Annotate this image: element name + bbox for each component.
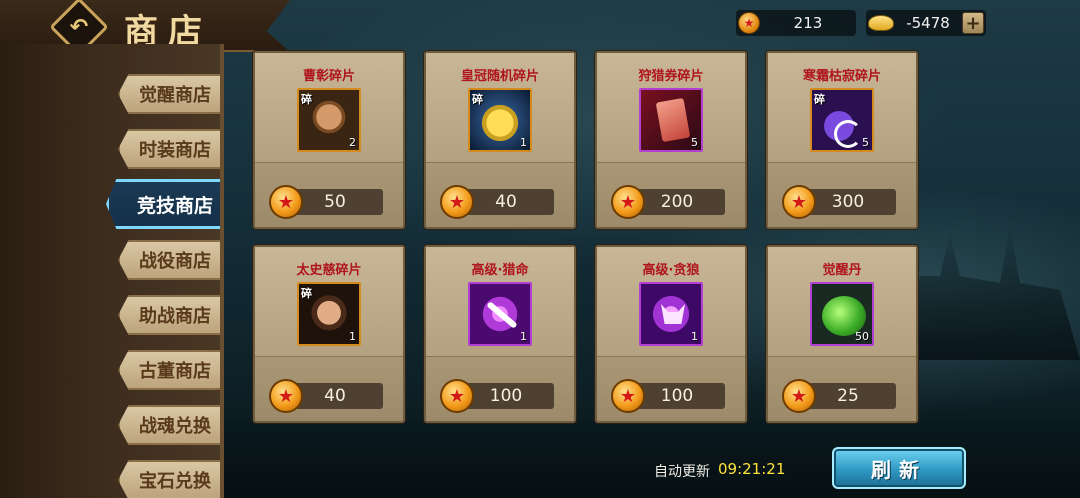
item-name: 皇冠随机碎片 <box>460 69 539 84</box>
sidebar-item-gem-exchange[interactable]: 宝石兑换 <box>118 460 224 498</box>
shop-item-card[interactable]: 高级·贪狼 1 100 ★ <box>595 245 747 423</box>
arena-coin-icon: ★ <box>611 185 645 219</box>
item-icon-frame: 碎 1 <box>297 282 361 346</box>
item-quantity: 5 <box>862 136 869 149</box>
sidebar-item-fashion-shop[interactable]: 时装商店 <box>118 129 224 169</box>
sidebar-item-antique-shop[interactable]: 古董商店 <box>118 350 224 390</box>
shop-item-card[interactable]: 太史慈碎片 碎 1 40 ★ <box>253 245 405 423</box>
sidebar-item-awaken-shop[interactable]: 觉醒商店 <box>118 74 224 114</box>
item-quantity: 50 <box>855 330 869 343</box>
item-icon-frame: 碎 5 <box>810 88 874 152</box>
arena-coin-icon: ★ <box>269 379 303 413</box>
item-quantity: 1 <box>520 330 527 343</box>
item-quantity: 1 <box>520 136 527 149</box>
item-name: 高级·猎命 <box>471 263 529 278</box>
add-gold-button[interactable]: + <box>962 12 984 34</box>
gold-balance: -5478 + <box>866 10 986 36</box>
item-quantity: 1 <box>691 330 698 343</box>
arena-coin-icon: ★ <box>782 379 816 413</box>
auto-refresh-label: 自动更新 <box>654 464 710 480</box>
item-quantity: 1 <box>349 330 356 343</box>
item-quantity: 2 <box>349 136 356 149</box>
item-name: 太史慈碎片 <box>296 263 362 278</box>
shop-item-card[interactable]: 皇冠随机碎片 碎 1 40 ★ <box>424 51 576 229</box>
item-icon-frame: 碎 2 <box>297 88 361 152</box>
arena-coin-icon: ★ <box>782 185 816 219</box>
coin-balance: ★ 213 <box>736 10 856 36</box>
item-name: 寒霜枯寂碎片 <box>802 69 881 84</box>
item-icon-frame: 50 <box>810 282 874 346</box>
shop-item-card[interactable]: 寒霜枯寂碎片 碎 5 300 ★ <box>766 51 918 229</box>
shop-item-card[interactable]: 高级·猎命 1 100 ★ <box>424 245 576 423</box>
arena-coin-icon: ★ <box>269 185 303 219</box>
sidebar-item-campaign-shop[interactable]: 战役商店 <box>118 240 224 280</box>
arena-coin-icon: ★ <box>611 379 645 413</box>
shop-sidebar: 觉醒商店 时装商店 竞技商店 战役商店 助战商店 古董商店 战魂兑换 宝石兑换 <box>0 44 224 498</box>
shop-item-card[interactable]: 曹彰碎片 碎 2 50 ★ <box>253 51 405 229</box>
item-quantity: 5 <box>691 136 698 149</box>
sidebar-item-arena-shop[interactable]: 竞技商店 <box>106 179 224 229</box>
shop-item-card[interactable]: 觉醒丹 50 25 ★ <box>766 245 918 423</box>
fragment-tag: 碎 <box>472 93 483 106</box>
arena-coin-icon: ★ <box>440 185 474 219</box>
auto-refresh-time: 09:21:21 <box>718 460 786 478</box>
item-name: 觉醒丹 <box>822 263 862 278</box>
item-icon-frame: 5 <box>639 88 703 152</box>
item-icon-frame: 碎 1 <box>468 88 532 152</box>
back-arrow-icon: ↶ <box>69 14 89 40</box>
fragment-tag: 碎 <box>814 93 825 106</box>
sidebar-item-assist-shop[interactable]: 助战商店 <box>118 295 224 335</box>
arena-coin-icon: ★ <box>738 12 760 34</box>
arena-coin-icon: ★ <box>440 379 474 413</box>
item-icon-frame: 1 <box>468 282 532 346</box>
refresh-button[interactable]: 刷新 <box>832 447 966 489</box>
coin-balance-value: 213 <box>793 14 823 32</box>
item-name: 曹彰碎片 <box>302 69 355 84</box>
gold-ingot-icon <box>868 15 894 31</box>
item-name: 狩猎券碎片 <box>638 69 704 84</box>
fragment-tag: 碎 <box>301 287 312 300</box>
item-icon-frame: 1 <box>639 282 703 346</box>
gold-balance-value: -5478 <box>906 14 950 32</box>
sidebar-item-soul-exchange[interactable]: 战魂兑换 <box>118 405 224 445</box>
fragment-tag: 碎 <box>301 93 312 106</box>
shop-item-card[interactable]: 狩猎券碎片 5 200 ★ <box>595 51 747 229</box>
item-name: 高级·贪狼 <box>642 263 700 278</box>
